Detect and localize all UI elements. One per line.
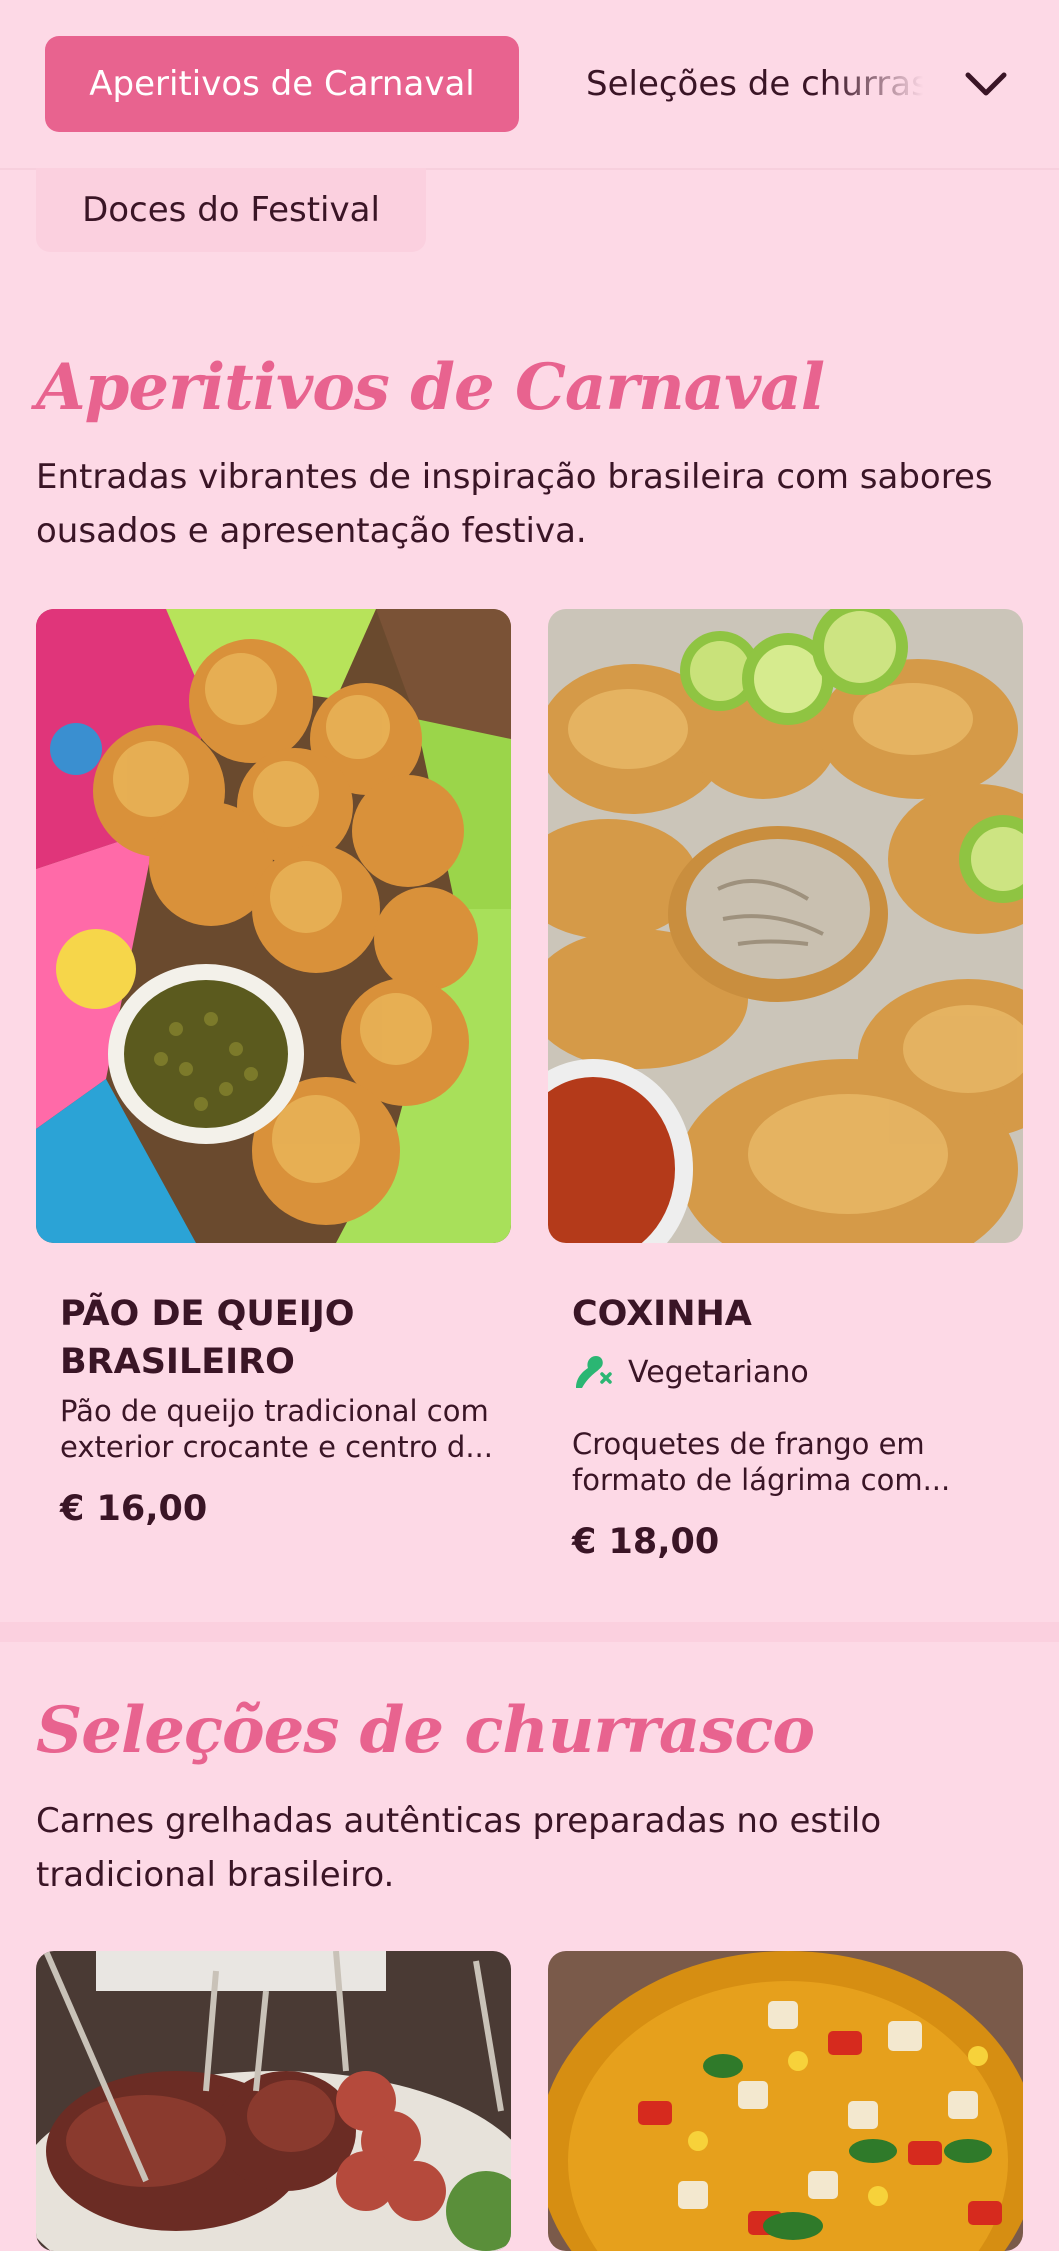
item-name-line: PÃO DE QUEIJO [60, 1294, 355, 1334]
item-name-line: BRASILEIRO [60, 1342, 295, 1382]
item-name[interactable]: PÃO DE QUEIJO BRASILEIRO [60, 1290, 355, 1386]
item-description: Pão de queijo tradicional com exterior c… [60, 1394, 493, 1464]
category-tab-doces[interactable]: Doces do Festival [36, 168, 426, 252]
item-price: € 16,00 [60, 1489, 208, 1529]
section-description-churrasco: Carnes grelhadas autênticas preparadas n… [36, 1801, 882, 1895]
chevron-down-icon[interactable] [960, 58, 1012, 110]
vegetarian-icon [576, 1356, 612, 1388]
section-title-churrasco: Seleções de churrasco [36, 1693, 815, 1768]
churrasco-image-1[interactable] [36, 1951, 511, 2251]
section-title-aperitivos: Aperitivos de Carnaval [36, 350, 825, 425]
category-tab-aperitivos[interactable]: Aperitivos de Carnaval [45, 36, 519, 132]
coxinha-image[interactable] [548, 609, 1023, 1243]
category-nav: Aperitivos de Carnaval Seleções de churr… [0, 0, 1059, 170]
churrasco-image-2[interactable] [548, 1951, 1023, 2251]
item-name[interactable]: COXINHA [572, 1290, 752, 1338]
section-description-aperitivos: Entradas vibrantes de inspiração brasile… [36, 457, 993, 551]
tag-label: Vegetariano [628, 1354, 809, 1390]
pao-de-queijo-image[interactable] [36, 609, 511, 1243]
category-tab-churrasco[interactable]: Seleções de churrasco [560, 36, 940, 132]
dietary-tag: Vegetariano [572, 1352, 809, 1392]
item-description: Croquetes de frango em formato de lágrim… [572, 1427, 951, 1497]
section-divider [0, 1622, 1059, 1642]
item-price: € 18,00 [572, 1522, 720, 1562]
